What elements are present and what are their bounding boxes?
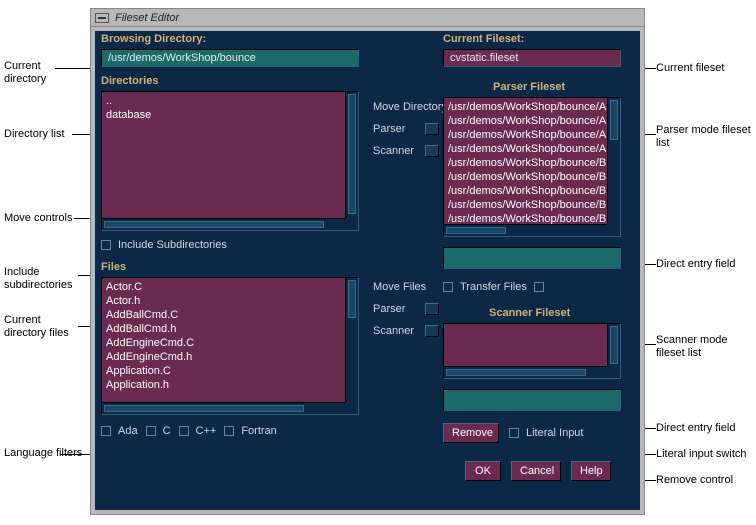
callout-direct-entry: Direct entry field [656,258,752,271]
parser-scroll-h[interactable] [444,224,607,236]
move-files-label: Move Files [373,281,426,293]
move-directory-label: Move Directory [373,101,447,113]
list-item[interactable]: /usr/demos/WorkShop/bounce/Bounce [448,170,606,184]
lang-cpp[interactable]: C++ [179,425,217,437]
ok-button[interactable]: OK [465,461,501,481]
cancel-button[interactable]: Cancel [511,461,561,481]
directories-label: Directories [101,75,158,87]
move-files-scanner-button[interactable] [425,325,439,337]
transfer-files[interactable]: Transfer Files [443,281,548,293]
callout-literal-switch: Literal input switch [656,448,752,461]
fileset-editor-window: Fileset Editor Browsing Directory: /usr/… [90,8,645,515]
callout-include-sub: Include subdirectories [4,266,86,292]
current-fileset-label: Current Fileset: [443,33,524,45]
move-dir-scanner-button[interactable] [425,145,439,157]
list-item[interactable]: AddBallCmd.C [106,308,344,322]
lang-ada[interactable]: Ada [101,425,138,437]
list-item[interactable]: .. [106,94,344,108]
list-item[interactable]: /usr/demos/WorkShop/bounce/AddBall [448,114,606,128]
callout-remove-control: Remove control [656,474,752,487]
callout-current-files: Current directory files [4,314,84,340]
include-subdirectories[interactable]: Include Subdirectories [101,239,227,251]
parser-scroll-v[interactable] [607,98,620,224]
callout-direct-entry2: Direct entry field [656,422,752,435]
move-files-scanner: Scanner [373,325,414,337]
list-item[interactable]: /usr/demos/WorkShop/bounce/Actor.C [448,100,606,114]
browsing-directory-field[interactable]: /usr/demos/WorkShop/bounce [101,49,359,67]
current-fileset-value: cvstatic.fileset [450,52,518,64]
transfer-files-checkbox[interactable] [443,282,453,292]
window-title: Fileset Editor [115,12,179,24]
scanner-scroll-h[interactable] [444,366,607,378]
directories-scroll-v[interactable] [345,92,358,218]
list-item[interactable]: database [106,108,344,122]
list-item[interactable]: /usr/demos/WorkShop/bounce/Bounce [448,198,606,212]
move-files-parser: Parser [373,303,405,315]
list-item[interactable]: /usr/demos/WorkShop/bounce/BasicCo [448,156,606,170]
lang-c[interactable]: C [146,425,171,437]
scanner-scroll-v[interactable] [607,324,620,366]
list-item[interactable]: /usr/demos/WorkShop/bounce/Bounce [448,184,606,198]
list-item[interactable]: Actor.C [106,280,344,294]
move-dir-scanner: Scanner [373,145,414,157]
move-dir-parser-button[interactable] [425,123,439,135]
scanner-fileset-label: Scanner Fileset [489,307,570,319]
directories-list[interactable]: ..database [101,91,359,231]
callout-current-fileset: Current fileset [656,62,752,75]
parser-direct-entry[interactable] [443,247,621,269]
include-sub-checkbox[interactable] [101,240,111,250]
current-fileset-field[interactable]: cvstatic.fileset [443,49,621,67]
literal-input-checkbox[interactable] [509,428,519,438]
scanner-direct-entry[interactable] [443,389,621,411]
callout-current-directory: Current directory [4,60,84,86]
list-item[interactable]: /usr/demos/WorkShop/bounce/Applicat [448,128,606,142]
files-label: Files [101,261,126,273]
browsing-directory-value: /usr/demos/WorkShop/bounce [108,52,256,64]
list-item[interactable]: Application.C [106,364,344,378]
language-filters: Ada C C++ Fortran [101,425,277,437]
callout-scanner-list: Scanner mode fileset list [656,334,752,360]
list-item[interactable]: /usr/demos/WorkShop/bounce/BoundIn [448,212,606,224]
directories-scroll-h[interactable] [102,218,345,230]
move-files-parser-button[interactable] [425,303,439,315]
lang-fortran[interactable]: Fortran [224,425,276,437]
transfer-files-checkbox2[interactable] [534,282,544,292]
list-item[interactable]: AddEngineCmd.C [106,336,344,350]
callout-move-controls: Move controls [4,212,84,225]
help-button[interactable]: Help [571,461,611,481]
files-list[interactable]: Actor.CActor.hAddBallCmd.CAddBallCmd.hAd… [101,277,359,415]
titlebar[interactable]: Fileset Editor [91,9,644,27]
list-item[interactable]: AddEngineCmd.h [106,350,344,364]
files-scroll-v[interactable] [345,278,358,402]
literal-input[interactable]: Literal Input [509,427,583,439]
list-item[interactable]: /usr/demos/WorkShop/bounce/AskFirst [448,142,606,156]
files-scroll-h[interactable] [102,402,345,414]
list-item[interactable]: Actor.h [106,294,344,308]
scanner-fileset-list[interactable] [443,323,621,379]
remove-button[interactable]: Remove [443,423,499,443]
window-menu-icon[interactable] [95,13,109,23]
move-dir-parser: Parser [373,123,405,135]
browsing-directory-label: Browsing Directory: [101,33,206,45]
callout-parser-list: Parser mode fileset list [656,124,752,150]
parser-fileset-label: Parser Fileset [493,81,565,93]
list-item[interactable]: AddBallCmd.h [106,322,344,336]
list-item[interactable]: Application.h [106,378,344,392]
parser-fileset-list[interactable]: /usr/demos/WorkShop/bounce/Actor.C/usr/d… [443,97,621,237]
